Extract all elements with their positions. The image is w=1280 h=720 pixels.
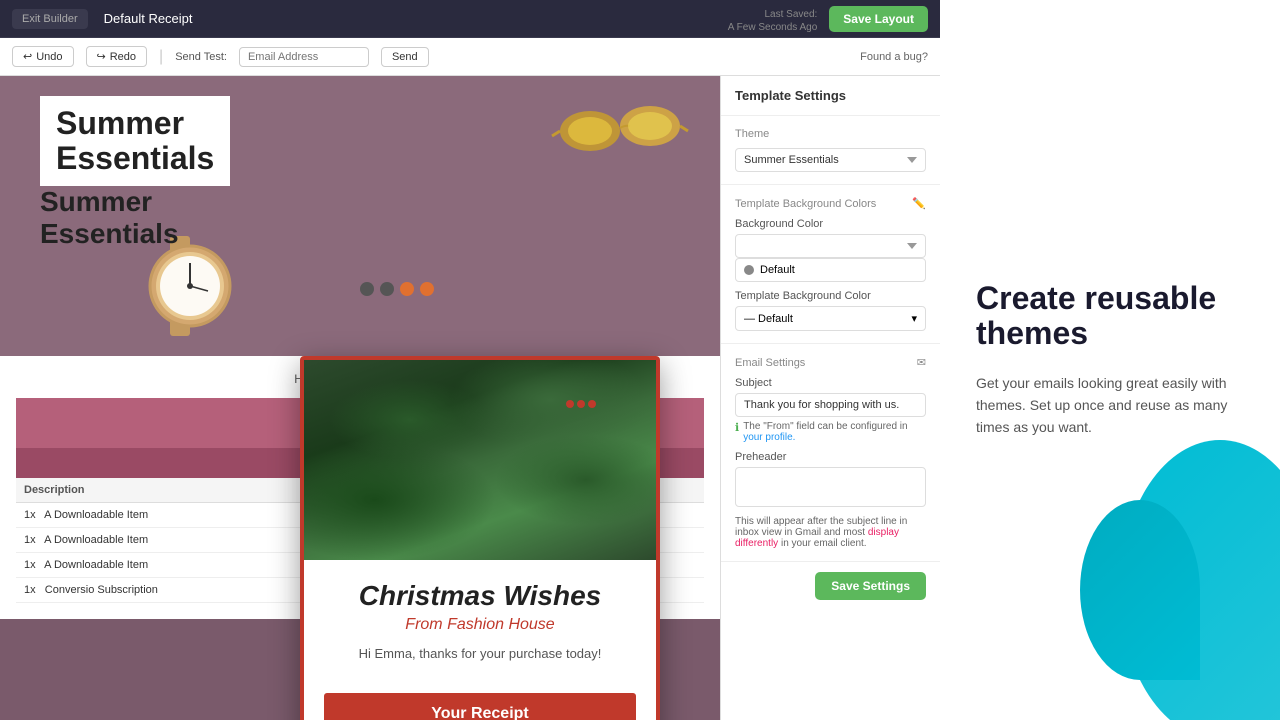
- summer-text-box: Summer Essentials: [40, 96, 230, 186]
- edit-icon[interactable]: ✏️: [912, 197, 926, 210]
- summer-title: Summer Essentials: [56, 106, 214, 176]
- subject-input[interactable]: [735, 393, 926, 417]
- berry-2: [577, 400, 585, 408]
- content-area: Summer Essentials: [0, 76, 940, 720]
- email-settings-label: Email Settings ✉: [735, 356, 926, 369]
- dot-2: [380, 282, 394, 296]
- last-saved: Last Saved: A Few Seconds Ago: [728, 4, 818, 33]
- exit-builder-button[interactable]: Exit Builder: [12, 9, 88, 29]
- redo-button[interactable]: ↪ Redo: [86, 46, 148, 67]
- toolbar-separator: |: [159, 48, 163, 66]
- top-bar-right: Last Saved: A Few Seconds Ago Save Layou…: [728, 4, 928, 33]
- last-saved-label: Last Saved:: [764, 9, 817, 20]
- dot-3: [400, 282, 414, 296]
- profile-link[interactable]: your profile.: [743, 432, 795, 443]
- bg-color-value: Default: [760, 264, 795, 276]
- dot-1: [360, 282, 374, 296]
- save-layout-button[interactable]: Save Layout: [829, 6, 928, 32]
- red-berries: [566, 400, 596, 408]
- christmas-text-area: Christmas Wishes From Fashion House Hi E…: [304, 560, 656, 681]
- last-saved-time: A Few Seconds Ago: [728, 22, 818, 33]
- theme-section: Theme Summer Essentials: [721, 116, 940, 185]
- teal-decorative-shape-2: [1080, 500, 1200, 680]
- berry-1: [566, 400, 574, 408]
- christmas-wishes-title: Christmas Wishes: [324, 580, 636, 612]
- chevron-down-icon: ▾: [911, 312, 917, 325]
- right-info-title: Create reusable themes: [976, 281, 1244, 351]
- save-settings-container: Save Settings: [721, 562, 940, 610]
- bg-colors-label: Template Background Colors ✏️: [735, 197, 926, 210]
- bg-color-dot: [744, 265, 754, 275]
- pine-branches: [304, 360, 656, 560]
- template-bg-color-label: Template Background Color: [735, 290, 926, 302]
- editor-panel: Exit Builder Default Receipt Last Saved:…: [0, 0, 940, 720]
- page-title: Default Receipt: [104, 11, 193, 26]
- settings-panel: Template Settings Theme Summer Essential…: [720, 76, 940, 720]
- theme-label: Theme: [735, 128, 926, 140]
- undo-icon: ↩: [23, 50, 32, 63]
- dots-row: [360, 282, 434, 296]
- found-bug-link[interactable]: Found a bug?: [860, 51, 928, 63]
- christmas-image: [304, 360, 656, 560]
- bg-color-label: Background Color: [735, 218, 926, 230]
- settings-title: Template Settings: [721, 76, 940, 116]
- bg-color-select[interactable]: [735, 234, 926, 258]
- top-bar: Exit Builder Default Receipt Last Saved:…: [0, 0, 940, 38]
- theme-select[interactable]: Summer Essentials: [735, 148, 926, 172]
- email-icon: ✉: [917, 356, 926, 369]
- save-settings-button[interactable]: Save Settings: [815, 572, 926, 600]
- preheader-input[interactable]: [735, 467, 926, 507]
- subject-label: Subject: [735, 377, 926, 389]
- toolbar: ↩ Undo ↪ Redo | Send Test: Send Found a …: [0, 38, 940, 76]
- redo-icon: ↪: [97, 50, 106, 63]
- hi-emma-xmas: Hi Emma, thanks for your purchase today!: [324, 646, 636, 661]
- template-bg-color-value: — Default: [744, 313, 793, 325]
- undo-button[interactable]: ↩ Undo: [12, 46, 74, 67]
- preheader-hint: This will appear after the subject line …: [735, 516, 926, 549]
- from-fashion-house: From Fashion House: [324, 616, 636, 634]
- your-receipt-button[interactable]: Your Receipt: [324, 693, 636, 720]
- bg-colors-section: Template Background Colors ✏️ Background…: [721, 185, 940, 344]
- summer-banner: Summer Essentials: [0, 76, 720, 356]
- template-bg-color-select[interactable]: — Default ▾: [735, 306, 926, 331]
- email-settings-section: Email Settings ✉ Subject ℹ The "From" fi…: [721, 344, 940, 562]
- info-icon: ℹ: [735, 421, 739, 434]
- send-button[interactable]: Send: [381, 47, 429, 67]
- sunglasses-image: [550, 81, 690, 171]
- right-info-description: Get your emails looking great easily wit…: [976, 372, 1244, 439]
- send-test-email-input[interactable]: [239, 47, 369, 67]
- berry-3: [588, 400, 596, 408]
- canvas-area[interactable]: Summer Essentials: [0, 76, 720, 720]
- from-info: ℹ The "From" field can be configured in …: [735, 421, 926, 443]
- right-info-panel: Create reusable themes Get your emails l…: [940, 0, 1280, 720]
- christmas-overlay: Christmas Wishes From Fashion House Hi E…: [300, 356, 660, 720]
- summer-subtitle: Summer Essentials: [40, 186, 179, 250]
- preheader-label: Preheader: [735, 451, 926, 463]
- dot-4: [420, 282, 434, 296]
- send-test-label: Send Test:: [175, 51, 227, 63]
